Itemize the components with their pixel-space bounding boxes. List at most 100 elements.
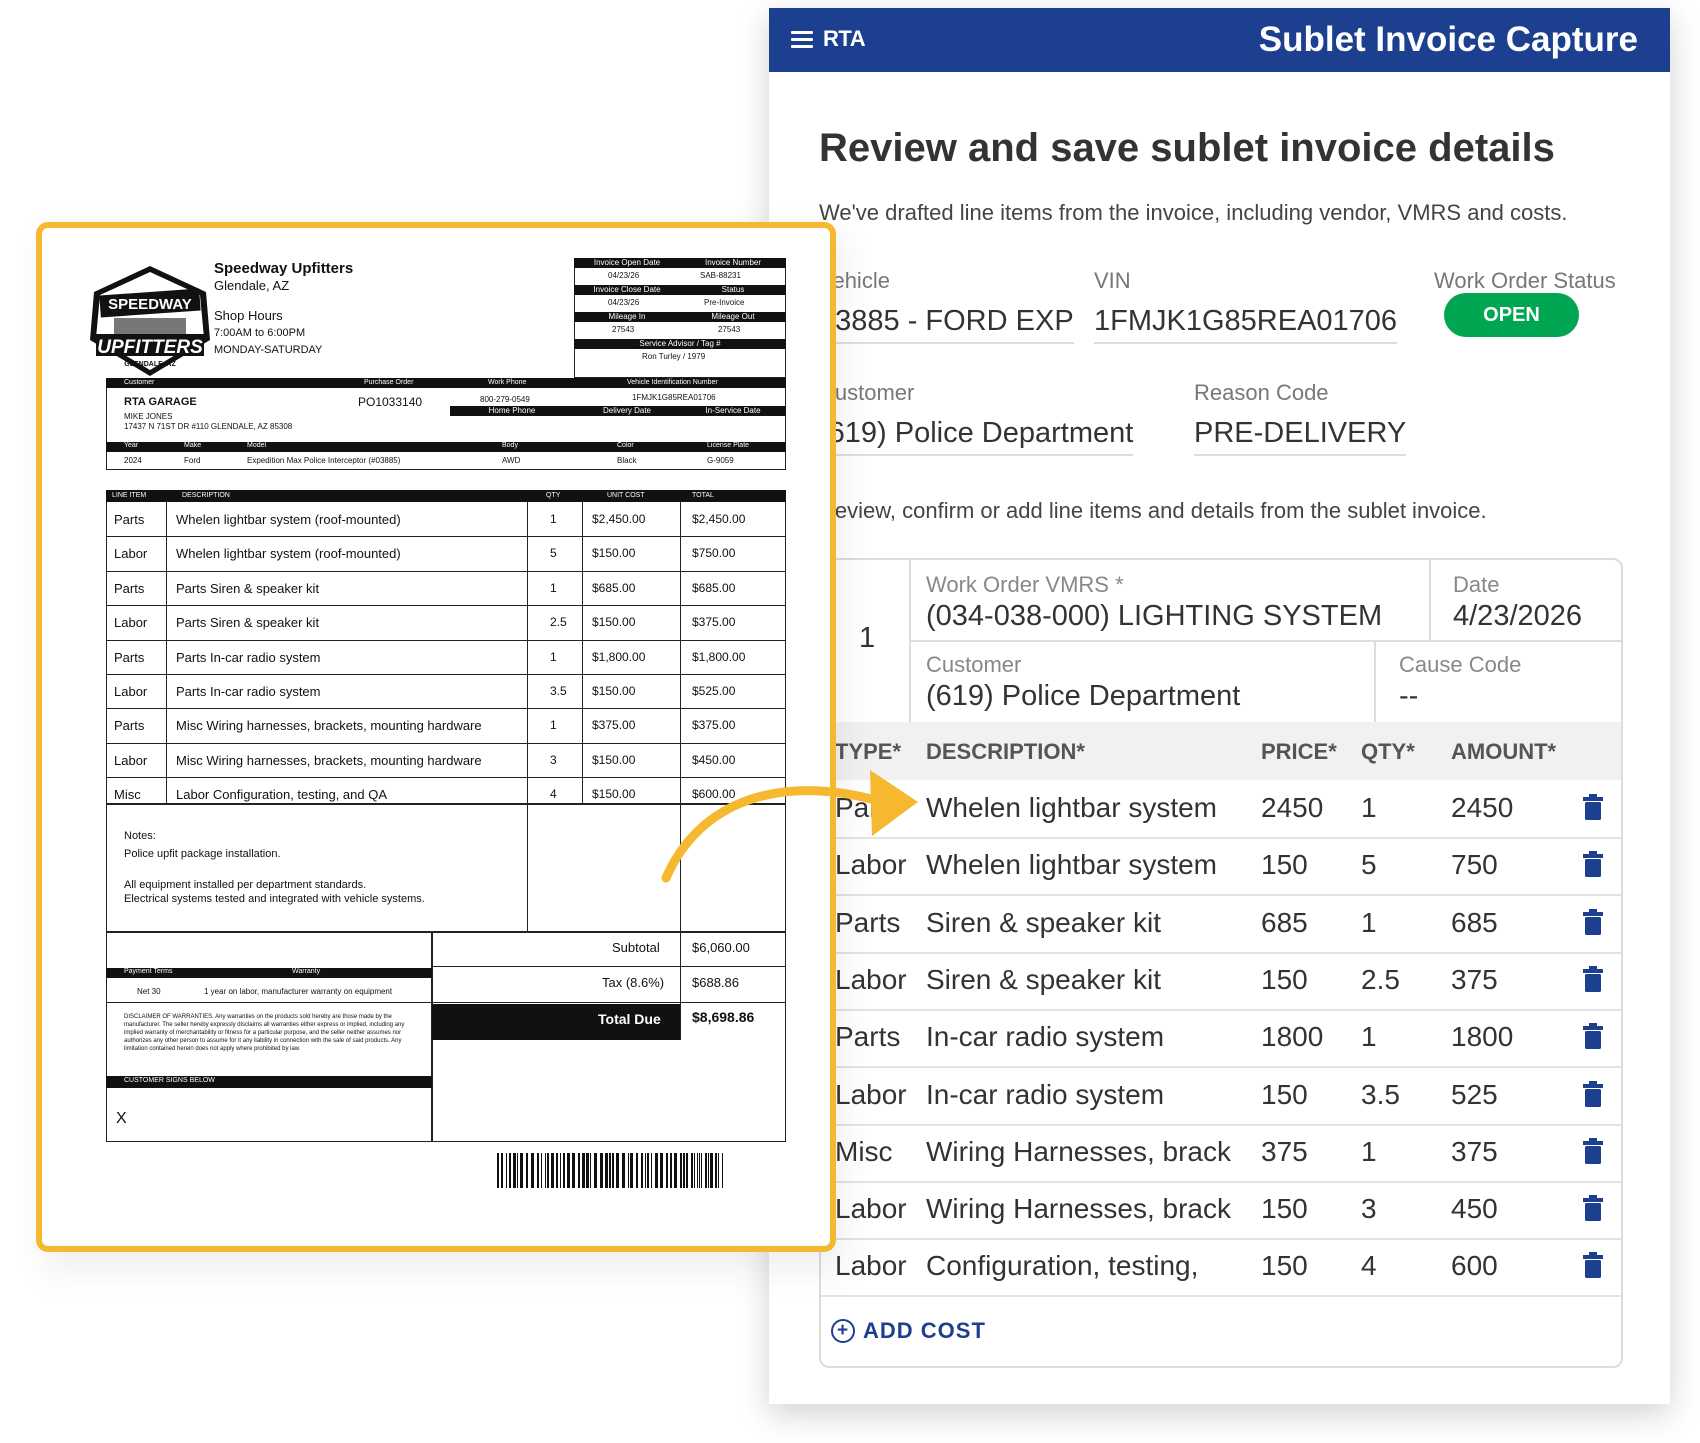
row-qty[interactable]: 1 xyxy=(1361,907,1377,939)
row-type[interactable]: Parts xyxy=(835,792,900,824)
row-description[interactable]: Siren & speaker kit xyxy=(926,964,1161,996)
row-type[interactable]: Labor xyxy=(835,964,907,996)
row-qty[interactable]: 4 xyxy=(1361,1250,1377,1282)
vehicle-header-bar xyxy=(106,442,786,452)
row-description[interactable]: Configuration, testing, xyxy=(926,1250,1198,1282)
card-customer-label: Customer xyxy=(926,652,1022,677)
row-price[interactable]: 2450 xyxy=(1261,792,1323,824)
vehicle-value-4: Black xyxy=(617,456,637,465)
barcode xyxy=(497,1153,723,1188)
line-header-1: DESCRIPTION xyxy=(182,492,230,499)
line-header-0: LINE ITEM xyxy=(112,492,147,499)
invoice-line-unit-cost: $150.00 xyxy=(592,615,636,630)
trash-icon[interactable] xyxy=(1583,1195,1603,1222)
trash-icon[interactable] xyxy=(1583,908,1603,935)
vin-value[interactable]: 1FMJK1G85REA01706 xyxy=(1094,305,1398,344)
row-qty[interactable]: 5 xyxy=(1361,849,1377,881)
vehicle-value[interactable]: 03885 - FORD EXP xyxy=(819,305,1074,344)
row-description[interactable]: In-car radio system xyxy=(926,1079,1164,1111)
invoice-line-unit-cost: $375.00 xyxy=(592,718,636,733)
row-amount[interactable]: 1800 xyxy=(1451,1021,1513,1053)
customer-sign-label: CUSTOMER SIGNS BELOW xyxy=(124,1077,215,1084)
shop-hours-label: Shop Hours xyxy=(214,308,283,323)
table-row[interactable]: Parts In-car radio system 1800 1 1800 xyxy=(821,1009,1621,1069)
invoice-line-type: Parts xyxy=(114,649,145,665)
row-qty[interactable]: 3 xyxy=(1361,1193,1377,1225)
row-type[interactable]: Parts xyxy=(835,907,900,939)
row-amount[interactable]: 750 xyxy=(1451,849,1498,881)
invoice-line-description: Whelen lightbar system (roof-mounted) xyxy=(176,546,401,562)
payment-terms-label: Payment Terms xyxy=(124,968,173,975)
status-badge: OPEN xyxy=(1444,293,1579,337)
table-row[interactable]: Labor Configuration, testing, 150 4 600 xyxy=(821,1238,1621,1298)
row-price[interactable]: 150 xyxy=(1261,964,1308,996)
table-row[interactable]: Labor Wiring Harnesses, brack 150 3 450 xyxy=(821,1181,1621,1241)
table-row[interactable]: Labor In-car radio system 150 3.5 525 xyxy=(821,1067,1621,1126)
row-price[interactable]: 150 xyxy=(1261,1193,1308,1225)
trash-icon[interactable] xyxy=(1583,1080,1603,1107)
reason-code-value[interactable]: PRE-DELIVERY xyxy=(1194,417,1407,456)
row-description[interactable]: Siren & speaker kit xyxy=(926,907,1161,939)
row-amount[interactable]: 375 xyxy=(1451,964,1498,996)
terms-divider xyxy=(106,1002,432,1003)
row-description[interactable]: In-car radio system xyxy=(926,1021,1164,1053)
row-amount[interactable]: 600 xyxy=(1451,1250,1498,1282)
row-description[interactable]: Wiring Harnesses, brack xyxy=(926,1136,1231,1168)
row-qty[interactable]: 1 xyxy=(1361,1136,1377,1168)
invoice-line-type: Labor xyxy=(114,752,148,768)
row-description[interactable]: Whelen lightbar system xyxy=(926,792,1217,824)
row-type[interactable]: Labor xyxy=(835,849,907,881)
add-cost-button[interactable]: + ADD COST xyxy=(831,1318,986,1344)
table-row[interactable]: Parts Whelen lightbar system 2450 1 2450 xyxy=(821,780,1621,839)
row-type[interactable]: Parts xyxy=(835,1021,900,1053)
invoice-line-unit-cost: $2,450.00 xyxy=(592,512,646,526)
row-price[interactable]: 150 xyxy=(1261,1079,1308,1111)
row-price[interactable]: 150 xyxy=(1261,1250,1308,1282)
table-row[interactable]: Misc Wiring Harnesses, brack 375 1 375 xyxy=(821,1124,1621,1183)
row-amount[interactable]: 2450 xyxy=(1451,792,1513,824)
row-amount[interactable]: 685 xyxy=(1451,907,1498,939)
trash-icon[interactable] xyxy=(1583,965,1603,992)
row-amount[interactable]: 525 xyxy=(1451,1079,1498,1111)
row-price[interactable]: 150 xyxy=(1261,849,1308,881)
advisor-label: Service Advisor / Tag # xyxy=(574,339,786,349)
row-description[interactable]: Whelen lightbar system xyxy=(926,849,1217,881)
vehicle-header-4: Color xyxy=(617,442,634,449)
vehicle-header-1: Make xyxy=(184,442,202,449)
row-qty[interactable]: 2.5 xyxy=(1361,964,1400,996)
cause-code-value[interactable]: -- xyxy=(1399,680,1418,713)
row-type[interactable]: Labor xyxy=(835,1079,907,1111)
date-value[interactable]: 4/23/2026 xyxy=(1453,600,1582,633)
row-price[interactable]: 375 xyxy=(1261,1136,1308,1168)
trash-icon[interactable] xyxy=(1583,1137,1603,1164)
trash-icon[interactable] xyxy=(1583,1252,1603,1279)
row-qty[interactable]: 3.5 xyxy=(1361,1079,1400,1111)
invoice-line-type: Labor xyxy=(114,615,148,631)
vmrs-value[interactable]: (034-038-000) LIGHTING SYSTEM xyxy=(926,600,1382,633)
col-amount: AMOUNT* xyxy=(1451,739,1557,764)
trash-icon[interactable] xyxy=(1583,851,1603,878)
trash-icon[interactable] xyxy=(1583,794,1603,820)
customer-value[interactable]: (619) Police Department xyxy=(819,417,1134,456)
card-customer-value[interactable]: (619) Police Department xyxy=(926,680,1240,713)
invoice-line-unit-cost: $1,800.00 xyxy=(592,649,646,664)
page-title: Review and save sublet invoice details xyxy=(819,126,1555,170)
table-row[interactable]: Labor Whelen lightbar system 150 5 750 xyxy=(821,837,1621,897)
row-amount[interactable]: 375 xyxy=(1451,1136,1498,1168)
table-row[interactable]: Labor Siren & speaker kit 150 2.5 375 xyxy=(821,952,1621,1011)
hamburger-menu-icon[interactable] xyxy=(791,27,813,51)
invoice-line-type: Labor xyxy=(114,684,148,699)
row-price[interactable]: 1800 xyxy=(1261,1021,1323,1053)
top-bar: RTA Sublet Invoice Capture xyxy=(769,8,1670,72)
row-type[interactable]: Labor xyxy=(835,1250,907,1282)
row-amount[interactable]: 450 xyxy=(1451,1193,1498,1225)
row-qty[interactable]: 1 xyxy=(1361,1021,1377,1053)
trash-icon[interactable] xyxy=(1583,1023,1603,1050)
invoice-line-type: Labor xyxy=(114,546,148,562)
invoice-customer-name: RTA GARAGE xyxy=(124,396,197,408)
table-row[interactable]: Parts Siren & speaker kit 685 1 685 xyxy=(821,895,1621,954)
row-description[interactable]: Wiring Harnesses, brack xyxy=(926,1193,1231,1225)
row-price[interactable]: 685 xyxy=(1261,907,1308,939)
row-type[interactable]: Labor xyxy=(835,1193,907,1225)
row-qty[interactable]: 1 xyxy=(1361,792,1377,824)
